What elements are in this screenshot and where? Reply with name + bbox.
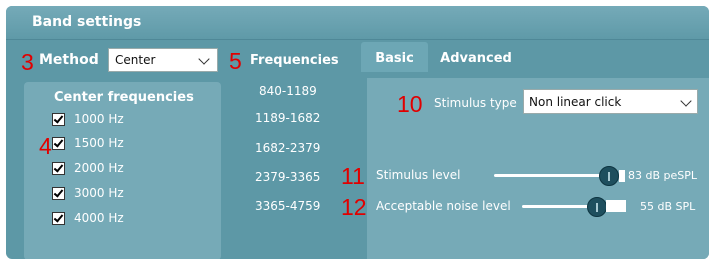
checkmark-icon (53, 161, 64, 173)
checkbox-3000hz[interactable]: 3000 Hz (52, 184, 124, 202)
frequency-range: 1682-2379 (255, 141, 321, 155)
annotation-12: 12 (341, 194, 367, 220)
checkbox-label: 2000 Hz (74, 161, 124, 175)
noise-level-slider-end (606, 200, 626, 212)
checkmark-icon (53, 112, 64, 124)
method-label: Method (39, 52, 99, 68)
chevron-down-icon (198, 53, 210, 65)
checkbox-4000hz[interactable]: 4000 Hz (52, 209, 124, 227)
stimulus-level-value: 83 dB peSPL (628, 169, 698, 182)
stimulus-level-slider-thumb[interactable] (599, 166, 619, 186)
checkmark-icon (53, 211, 64, 223)
stimulus-level-slider-track[interactable] (494, 174, 609, 177)
checkmark-icon (53, 186, 64, 198)
center-frequencies-title: Center frequencies (54, 90, 194, 105)
checkbox-1000hz[interactable]: 1000 Hz (52, 110, 124, 128)
checkbox-icon (52, 136, 65, 150)
frequency-range: 1189-1682 (255, 111, 321, 125)
checkbox-label: 3000 Hz (74, 186, 124, 200)
frequency-range: 840-1189 (259, 84, 317, 98)
annotation-4: 4 (39, 133, 52, 159)
acceptable-noise-level-label: Acceptable noise level (376, 199, 511, 213)
frequency-range: 3365-4759 (255, 199, 321, 213)
annotation-5: 5 (229, 48, 242, 74)
checkbox-icon (52, 211, 65, 225)
annotation-3: 3 (21, 49, 34, 75)
checkbox-label: 1500 Hz (74, 136, 124, 150)
chevron-down-icon (680, 95, 692, 107)
stimulus-level-label: Stimulus level (376, 168, 461, 182)
checkbox-icon (52, 186, 65, 200)
checkbox-1500hz[interactable]: 1500 Hz (52, 134, 124, 152)
checkbox-2000hz[interactable]: 2000 Hz (52, 159, 124, 177)
noise-level-slider-thumb[interactable] (587, 197, 607, 217)
checkbox-label: 4000 Hz (74, 211, 124, 225)
stimulus-type-selected-value: Non linear click (529, 95, 622, 109)
stimulus-type-dropdown[interactable]: Non linear click (523, 89, 698, 114)
stimulus-level-slider-end (619, 170, 625, 182)
panel-title: Band settings (32, 14, 142, 30)
method-dropdown[interactable]: Center (108, 48, 218, 72)
checkmark-icon (53, 136, 64, 148)
method-selected-value: Center (115, 53, 156, 67)
panel-header: Band settings (6, 6, 709, 40)
frequency-range: 2379-3365 (255, 170, 321, 184)
noise-level-slider-track[interactable] (522, 205, 592, 208)
tab-advanced[interactable]: Advanced (428, 42, 524, 72)
frequencies-title: Frequencies (250, 53, 339, 68)
checkbox-icon (52, 112, 65, 126)
annotation-10: 10 (397, 91, 423, 117)
tab-basic[interactable]: Basic (361, 42, 428, 72)
checkbox-icon (52, 161, 65, 175)
checkbox-label: 1000 Hz (74, 112, 124, 126)
stimulus-type-label: Stimulus type (434, 96, 517, 110)
noise-level-value: 55 dB SPL (640, 200, 696, 213)
annotation-11: 11 (341, 163, 365, 189)
